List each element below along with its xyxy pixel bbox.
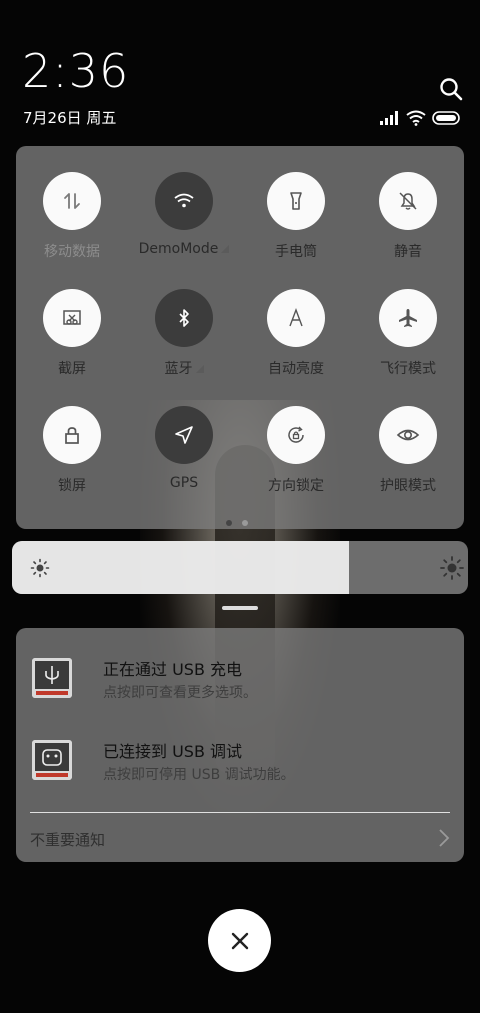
tile-button[interactable] [43,172,101,230]
notification-subtitle: 点按即可查看更多选项。 [103,685,257,701]
tile-bluetooth[interactable]: 蓝牙 [128,289,240,378]
wifi-status-icon [406,110,426,126]
divider [30,812,450,813]
tile-eye[interactable]: 护眼模式 [352,406,464,495]
tile-button[interactable] [43,406,101,464]
date: 7月26日 周五 [23,109,117,127]
flashlight-icon [290,192,302,210]
tile-label-text: 手电筒 [275,244,317,260]
tile-label-text: 静音 [394,244,422,260]
chevron-right-icon[interactable] [438,828,450,848]
screenshot-icon [63,310,81,325]
notification-title: 已连接到 USB 调试 [103,742,243,761]
gps-icon [175,426,193,444]
auto-brightness-icon [289,308,303,327]
tile-button[interactable] [155,406,213,464]
tile-label: 移动数据 [16,241,128,261]
tile-mobile-data[interactable]: 移动数据 [16,172,128,261]
tile-label: 静音 [352,241,464,261]
status-icons [380,108,462,128]
bluetooth-icon [179,309,189,327]
tile-rotation-lock[interactable]: 方向锁定 [240,406,352,495]
tile-wifi[interactable]: DemoMode [128,172,240,257]
tile-label: 锁屏 [16,475,128,495]
tile-label: GPS [128,475,240,491]
search-icon[interactable] [438,76,464,102]
close-button[interactable] [208,909,271,972]
tile-flashlight[interactable]: 手电筒 [240,172,352,261]
tile-gps[interactable]: GPS [128,406,240,491]
tile-label-text: 蓝牙 [164,361,193,377]
drawer-handle[interactable] [222,606,258,610]
unimportant-notifications-link[interactable]: 不重要通知 [30,829,105,850]
tile-button[interactable] [379,172,437,230]
tile-mute-bell[interactable]: 静音 [352,172,464,261]
notification-panel: 正在通过 USB 充电 点按即可查看更多选项。 已连接到 USB 调试 点按即可… [16,628,464,862]
tile-button[interactable] [379,289,437,347]
tile-label: 手电筒 [240,241,352,261]
tile-label-text: 截屏 [58,361,86,377]
airplane-icon [399,309,417,327]
close-icon [231,932,248,949]
brightness-high-icon [440,556,464,580]
tile-label: 护眼模式 [352,475,464,495]
lock-icon [65,427,79,444]
brightness-slider[interactable] [12,541,468,594]
tile-label-text: GPS [169,475,199,491]
android-debug-icon [32,740,72,780]
tile-auto-brightness[interactable]: 自动亮度 [240,289,352,378]
mute-bell-icon [399,192,417,210]
tile-button[interactable] [267,289,325,347]
tile-label: 蓝牙 [128,358,240,378]
clock: 2:36 [22,44,130,98]
page-dot [242,520,248,526]
tile-label: DemoMode [128,241,240,257]
page-dot [226,520,232,526]
tile-button[interactable] [155,289,213,347]
quick-settings-panel: 移动数据 DemoMode 手电筒 静音截屏 蓝牙 自动亮度 飞行模式锁屏 GPS 方向锁定 护眼… [16,146,464,529]
tile-label-text: 移动数据 [44,244,100,260]
signal-icon [380,111,398,125]
brightness-fill [12,541,350,594]
tile-label: 截屏 [16,358,128,378]
tile-label: 飞行模式 [352,358,464,378]
notification-title: 正在通过 USB 充电 [103,660,243,679]
rotation-lock-icon [288,426,304,443]
usb-icon [32,658,72,698]
tile-airplane[interactable]: 飞行模式 [352,289,464,378]
tile-label-text: 锁屏 [58,478,86,494]
tile-button[interactable] [155,172,213,230]
tile-label: 方向锁定 [240,475,352,495]
page-indicator [226,520,248,526]
tile-label-text: DemoMode [138,241,219,257]
tile-label-text: 方向锁定 [268,478,324,494]
battery-icon [432,111,460,125]
wifi-icon [174,193,194,208]
tile-label-text: 护眼模式 [380,478,436,494]
tile-label: 自动亮度 [240,358,352,378]
expand-triangle-icon[interactable] [221,245,230,253]
tile-button[interactable] [267,406,325,464]
tile-label-text: 飞行模式 [380,361,436,377]
mobile-data-icon [64,193,80,209]
tile-lock[interactable]: 锁屏 [16,406,128,495]
eye-icon [396,429,420,441]
tile-button[interactable] [43,289,101,347]
expand-triangle-icon[interactable] [195,365,204,373]
brightness-low-icon [30,558,50,578]
tile-label-text: 自动亮度 [268,361,324,377]
notification-subtitle: 点按即可停用 USB 调试功能。 [103,767,295,783]
tile-button[interactable] [267,172,325,230]
tile-screenshot[interactable]: 截屏 [16,289,128,378]
tile-button[interactable] [379,406,437,464]
